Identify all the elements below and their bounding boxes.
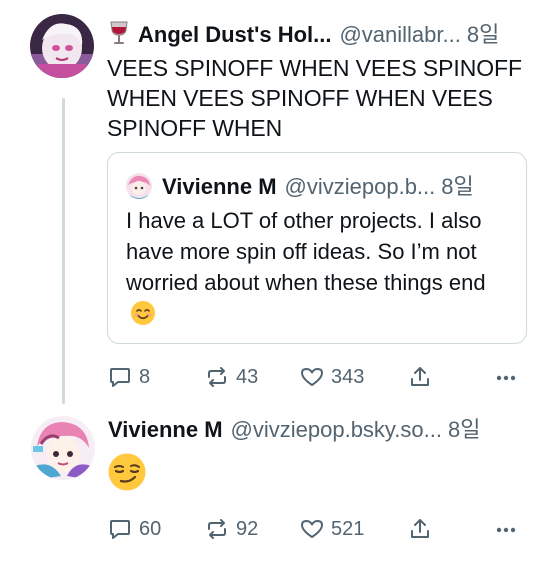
quote-post-card[interactable]: Vivienne M @vivziepop.b... 8일 I have a L… [107,152,527,344]
post-time[interactable]: 8일 [467,21,499,49]
post-actions: 8 43 343 [107,362,527,392]
repost-count: 92 [236,517,259,540]
quote-text-body: I have a LOT of other projects. I also h… [126,208,486,295]
heart-icon [301,368,323,386]
reply-icon [110,520,130,539]
reply-count: 60 [139,517,162,540]
like-button[interactable]: 343 [299,362,364,392]
post-text: VEES SPINOFF WHEN VEES SPINOFF WHEN VEES… [107,55,522,141]
smirking-face-emoji [107,452,147,492]
heart-icon [301,520,323,538]
share-button[interactable] [407,514,433,544]
like-count: 521 [331,517,365,540]
quote-avatar [126,173,152,199]
author-handle[interactable]: @vivziepop.bsky.so... [231,416,442,444]
post-actions: 60 92 521 [107,514,527,544]
reply-button[interactable]: 8 [107,362,150,392]
like-count: 343 [331,365,365,388]
post-header: Vivienne M @vivziepop.bsky.so... 8일 [108,416,480,444]
quote-text: I have a LOT of other projects. I also h… [126,205,516,329]
share-icon [411,519,429,538]
like-button[interactable]: 521 [299,514,364,544]
ellipsis-icon [496,375,516,381]
author-display-name[interactable]: Vivienne M [108,416,223,444]
more-options-button[interactable] [493,362,519,392]
quote-header: Vivienne M @vivziepop.b... 8일 [162,173,474,201]
quote-time[interactable]: 8일 [441,173,473,201]
thread-connector-line [62,98,65,404]
more-options-button[interactable] [493,514,519,544]
ellipsis-icon [496,527,516,533]
repost-count: 43 [236,365,259,388]
reply-button[interactable]: 60 [107,514,161,544]
smiling-face-with-smiling-eyes-emoji [130,300,156,326]
avatar[interactable] [30,14,94,78]
post-time[interactable]: 8일 [448,416,480,444]
author-handle[interactable]: @vanillabr... [339,21,460,49]
post-header: Angel Dust's Hol... @vanillabr... 8일 [108,18,499,49]
quote-author-handle[interactable]: @vivziepop.b... [285,173,436,201]
reply-icon [110,368,130,387]
repost-button[interactable]: 92 [204,514,258,544]
wine-glass-icon [108,21,130,45]
repost-icon [208,367,226,387]
share-icon [411,367,429,386]
author-display-name[interactable]: Angel Dust's Hol... [138,21,331,49]
share-button[interactable] [407,362,433,392]
quote-author-display-name[interactable]: Vivienne M [162,173,277,201]
repost-icon [208,519,226,539]
avatar[interactable] [31,416,95,480]
repost-button[interactable]: 43 [204,362,258,392]
reply-count: 8 [139,365,151,388]
